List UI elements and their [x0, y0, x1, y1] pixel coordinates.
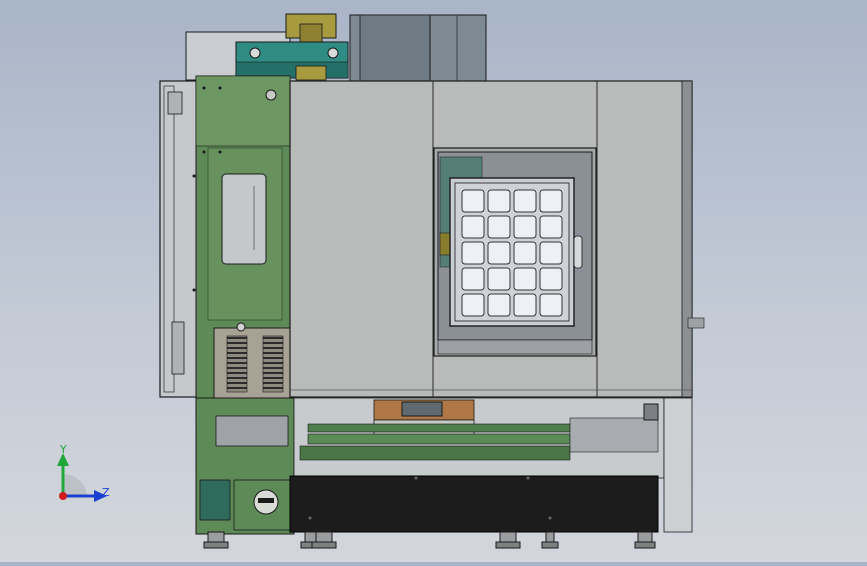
- spindle-head-assembly: [185, 13, 487, 82]
- z-axis-label: Z: [102, 486, 110, 499]
- front-door-window: [433, 147, 597, 357]
- machine-base: [289, 475, 659, 533]
- coordinate-triad: Y Z: [57, 443, 110, 502]
- machine-model: [159, 13, 705, 549]
- lower-left-cabinet: [195, 397, 295, 535]
- ventilation-louver-box: [213, 322, 291, 401]
- x-axis-origin: [59, 492, 67, 500]
- cad-3d-viewport[interactable]: Y Z: [0, 0, 867, 562]
- y-axis-label: Y: [59, 443, 67, 456]
